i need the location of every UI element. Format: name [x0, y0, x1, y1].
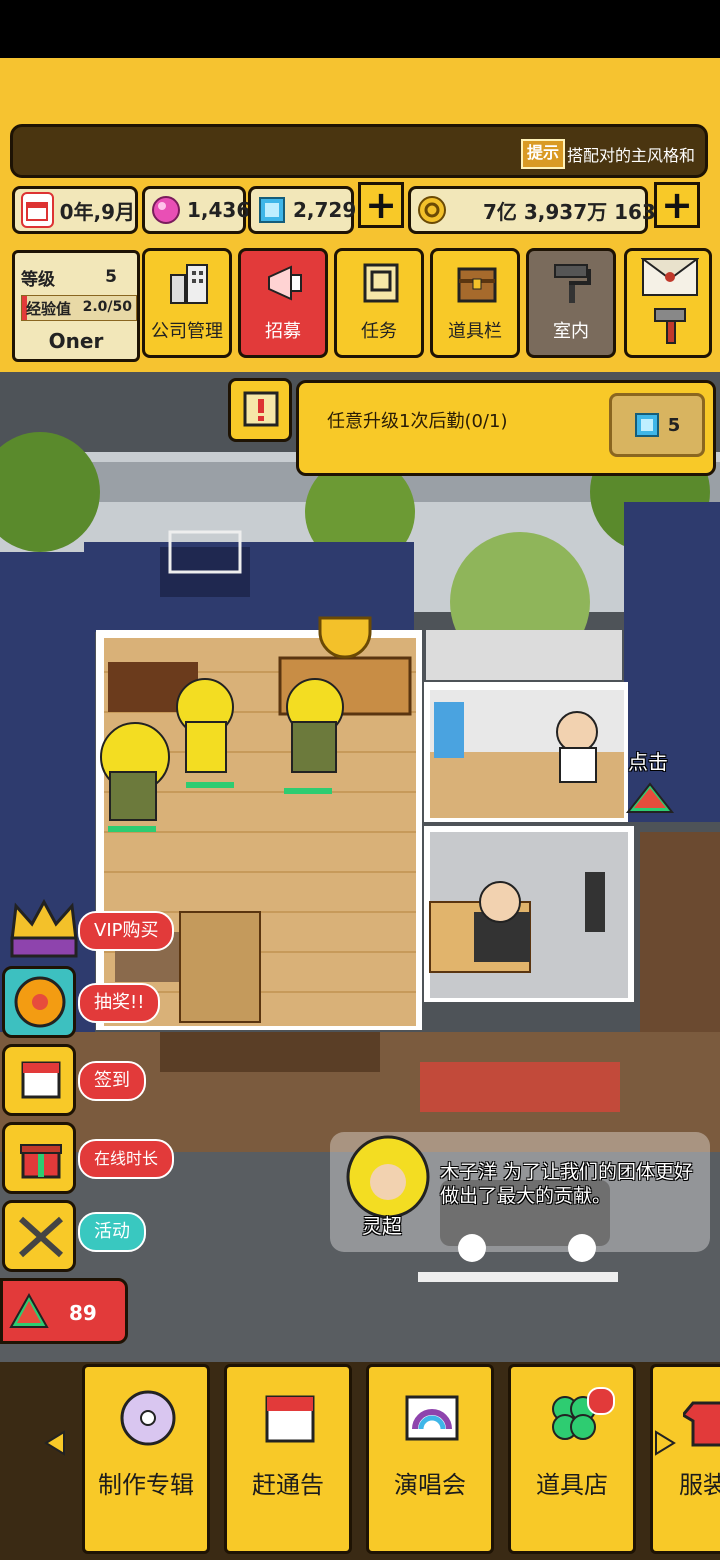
- make-album-label: 制作专辑: [98, 1471, 194, 1499]
- scroll-icon: [363, 263, 399, 303]
- click-hint[interactable]: 点击: [628, 746, 668, 775]
- speaker-name: 灵超: [362, 1214, 402, 1238]
- mail-button[interactable]: [624, 248, 712, 358]
- concert-label: 演唱会: [394, 1471, 466, 1499]
- date-display: 0年,9月: [12, 186, 138, 234]
- company-management-label: 公司管理: [151, 321, 223, 342]
- add-gems-button[interactable]: +: [358, 182, 404, 228]
- crossed-swords-icon: [18, 1216, 64, 1258]
- watermelon-count: 89: [69, 1301, 97, 1325]
- level-label: 等级: [21, 269, 55, 290]
- calendar-icon: [265, 1395, 315, 1443]
- inventory-label: 道具栏: [448, 321, 502, 342]
- notification-dot: [587, 1387, 615, 1415]
- profile-panel[interactable]: 等级 5 经验值 2.0/50 Oner: [12, 250, 140, 362]
- watermelon-counter[interactable]: 89: [0, 1278, 128, 1344]
- recruit-label: 招募: [265, 321, 301, 342]
- interior-label: 室内: [553, 321, 589, 342]
- money-value: 7亿 3,937万 163元: [483, 199, 676, 224]
- tip-text: 搭配对的主风格和: [566, 146, 695, 165]
- calendar-icon: [21, 192, 54, 228]
- concert-button[interactable]: 演唱会: [366, 1364, 494, 1554]
- watermelon-icon: [9, 1292, 49, 1328]
- disc-icon: [120, 1390, 176, 1446]
- dialog-text: 木子洋 为了让我们的团体更好做出了最大的贡献。: [440, 1161, 694, 1207]
- pink-gem-icon: [151, 194, 181, 226]
- event-tag[interactable]: 活动: [78, 1212, 146, 1252]
- coin-icon: [417, 194, 447, 226]
- lottery-tag[interactable]: 抽奖!!: [78, 983, 161, 1023]
- level-value: 5: [105, 267, 117, 287]
- online-time-button[interactable]: [2, 1122, 76, 1194]
- exp-label: 经验值: [26, 300, 72, 318]
- shirt-icon: [683, 1401, 720, 1447]
- make-album-button[interactable]: 制作专辑: [82, 1364, 210, 1554]
- calendar-icon: [21, 1061, 61, 1099]
- vip-tag[interactable]: VIP购买: [78, 911, 175, 951]
- item-shop-button[interactable]: 道具店: [508, 1364, 636, 1554]
- tasks-button[interactable]: 任务: [334, 248, 424, 358]
- alert-scroll-icon: [243, 391, 279, 427]
- event-button[interactable]: [2, 1200, 76, 1272]
- company-management-button[interactable]: 公司管理: [142, 248, 232, 358]
- blue-gem-icon: [634, 413, 659, 437]
- schedule-button[interactable]: 赶通告: [224, 1364, 352, 1554]
- recruit-button[interactable]: 招募: [238, 248, 328, 358]
- online-time-tag[interactable]: 在线时长: [78, 1139, 175, 1179]
- player-name: Oner: [48, 329, 104, 353]
- inventory-button[interactable]: 道具栏: [430, 248, 520, 358]
- date-value: 0年,9月: [59, 199, 135, 224]
- chest-icon: [457, 267, 497, 303]
- signin-tag[interactable]: 签到: [78, 1061, 146, 1101]
- quest-reward[interactable]: 5: [609, 393, 705, 457]
- lottery-button[interactable]: [2, 966, 76, 1038]
- pink-gem-display: 1,436: [142, 186, 250, 234]
- status-bar: [0, 0, 720, 58]
- buildings-icon: [170, 264, 208, 304]
- paint-roller-icon: [554, 264, 591, 303]
- chevron-right-icon: [655, 1430, 676, 1456]
- quest-reward-value: 5: [667, 414, 681, 436]
- blue-gem-icon: [257, 194, 287, 226]
- nav-left-arrow[interactable]: [40, 1428, 70, 1458]
- exp-bar: 经验值 2.0/50: [21, 295, 137, 321]
- rainbow-stage-icon: [405, 1395, 459, 1441]
- envelope-icon: [641, 258, 699, 296]
- quest-panel[interactable]: 任意升级1次后勤(0/1) 5: [296, 380, 716, 476]
- quest-icon-button[interactable]: [228, 378, 292, 442]
- megaphone-icon: [268, 265, 302, 301]
- gift-icon: [20, 1144, 62, 1179]
- nav-right-arrow[interactable]: [652, 1428, 678, 1458]
- blue-gem-value: 2,729: [293, 198, 357, 222]
- tip-bar: 提示 搭配对的主风格和: [10, 124, 708, 178]
- chevron-left-icon: [44, 1430, 65, 1456]
- schedule-label: 赶通告: [252, 1471, 324, 1499]
- level-row: 等级 5: [21, 263, 131, 291]
- vip-button[interactable]: [6, 896, 82, 962]
- pink-gem-value: 1,436: [187, 198, 251, 222]
- tasks-label: 任务: [361, 321, 397, 342]
- blue-gem-display: 2,729: [248, 186, 357, 234]
- item-shop-label: 道具店: [536, 1471, 608, 1499]
- add-money-button[interactable]: +: [654, 182, 700, 228]
- money-display: 7亿 3,937万 163元: [408, 186, 676, 234]
- signin-button[interactable]: [2, 1044, 76, 1116]
- exp-value: 2.0/50: [82, 299, 132, 315]
- costume-label: 服装: [679, 1471, 720, 1499]
- tip-badge: 提示: [520, 139, 565, 169]
- hammer-icon: [654, 308, 686, 344]
- wheel-icon: [14, 976, 66, 1028]
- interior-button[interactable]: 室内: [526, 248, 616, 358]
- crown-icon: [10, 898, 78, 958]
- costume-button[interactable]: 服装: [650, 1364, 720, 1554]
- quest-text: 任意升级1次后勤(0/1): [327, 411, 508, 432]
